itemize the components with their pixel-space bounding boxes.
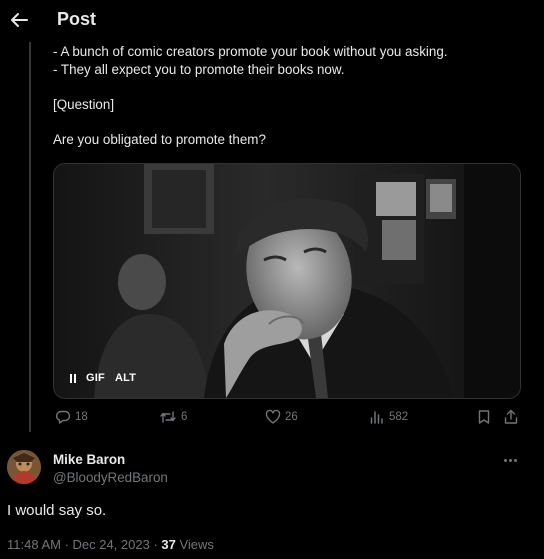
post-text: - A bunch of comic creators promote your… [53, 43, 447, 149]
post-action-bar: 18 6 26 582 [53, 409, 523, 431]
post-media-gif[interactable]: GIF ALT [53, 163, 521, 399]
more-icon[interactable] [504, 455, 522, 465]
heart-icon [265, 409, 281, 424]
post-text-line: [Question] [53, 97, 115, 112]
like-count: 26 [285, 411, 298, 423]
reply-meta: 11:48 AM · Dec 24, 2023 · 37 Views [7, 537, 214, 552]
arrow-left-icon [11, 13, 28, 27]
like-button[interactable]: 26 [265, 409, 298, 425]
back-button[interactable] [8, 9, 30, 31]
post-text-line: - They all expect you to promote their b… [53, 62, 345, 77]
repost-icon [160, 411, 176, 423]
repost-count: 6 [181, 411, 188, 423]
avatar-image [7, 450, 41, 484]
post-text-line: - A bunch of comic creators promote your… [53, 44, 448, 59]
reply-author-handle[interactable]: @BloodyRedBaron [53, 470, 168, 485]
analytics-icon [370, 411, 383, 424]
thread-connector-line [29, 42, 31, 432]
reply-count: 18 [75, 411, 88, 423]
reply-views-label: Views [175, 537, 214, 552]
share-icon [504, 409, 518, 424]
views-count: 582 [389, 411, 409, 423]
gif-badge: GIF [86, 372, 105, 384]
views-button[interactable]: 582 [369, 409, 408, 425]
reply-text: I would say so. [7, 502, 107, 519]
reply-views-count: 37 [161, 537, 176, 552]
post-text-line: Are you obligated to promote them? [53, 132, 266, 147]
page-title: Post [57, 9, 97, 29]
bookmark-icon [478, 410, 490, 424]
pause-icon[interactable] [70, 373, 76, 383]
avatar[interactable] [7, 450, 41, 484]
share-button[interactable] [503, 409, 519, 425]
bookmark-button[interactable] [476, 409, 492, 425]
gif-frame [54, 164, 520, 398]
repost-button[interactable]: 6 [159, 409, 187, 425]
reply-button[interactable]: 18 [55, 409, 88, 425]
reply-timestamp[interactable]: 11:48 AM · Dec 24, 2023 · [7, 537, 161, 552]
reply-icon [55, 410, 71, 424]
gif-controls: GIF ALT [70, 372, 136, 384]
reply-author-name[interactable]: Mike Baron [53, 452, 125, 467]
alt-badge[interactable]: ALT [115, 372, 136, 384]
header: Post [0, 0, 544, 40]
post-page: Post - A bunch of comic creators promote… [0, 0, 544, 559]
